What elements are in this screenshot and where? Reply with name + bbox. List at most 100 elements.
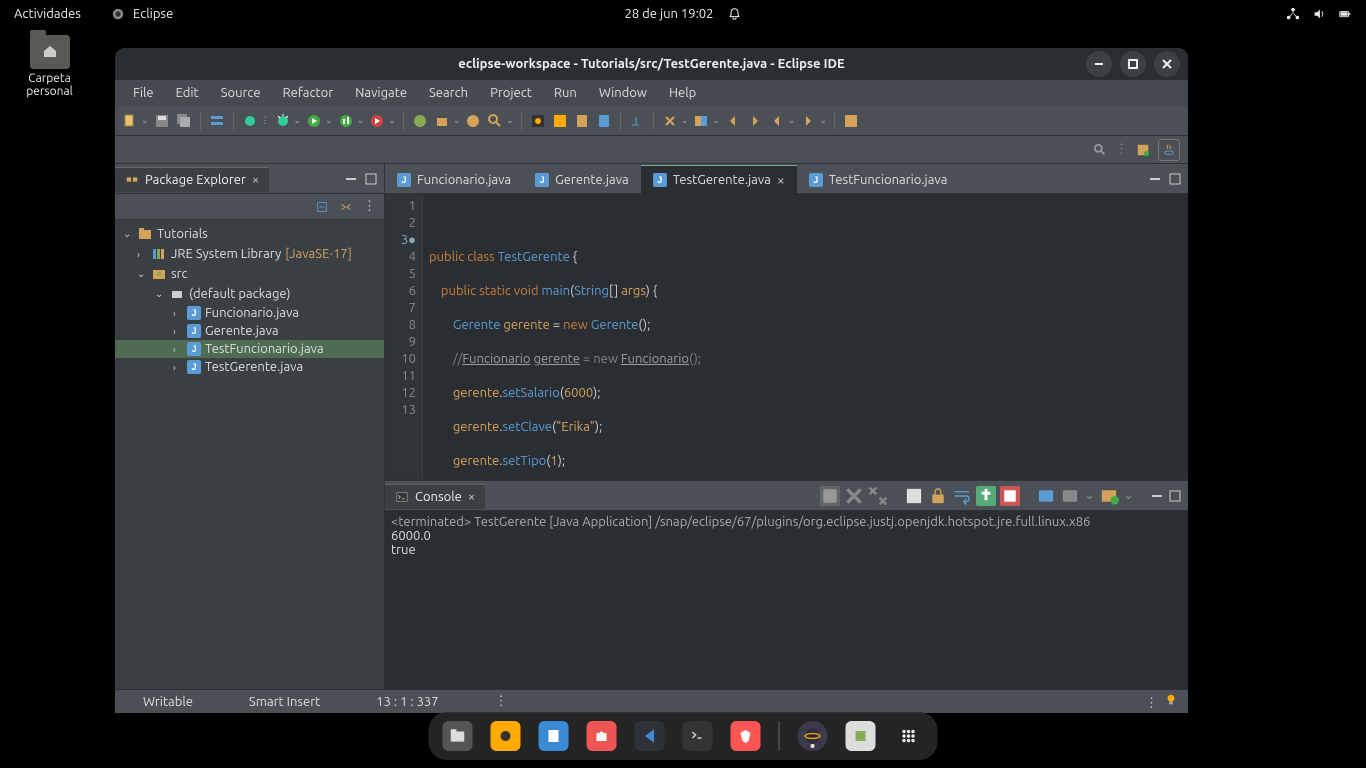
java-perspective-button[interactable] [1158, 139, 1180, 161]
files-app-icon[interactable] [443, 721, 473, 751]
pin-console-icon[interactable] [976, 486, 996, 506]
file-node[interactable]: ›JFuncionario.java [115, 304, 384, 322]
minimize-button[interactable] [1086, 51, 1112, 77]
current-app-indicator[interactable]: Eclipse [111, 7, 173, 21]
maximize-button[interactable] [1120, 51, 1146, 77]
new-console-icon[interactable] [1099, 486, 1119, 506]
console-output[interactable]: <terminated> TestGerente [Java Applicati… [385, 511, 1188, 689]
console-tab[interactable]: Console × [385, 484, 485, 509]
new-icon[interactable] [121, 112, 139, 130]
battery-icon[interactable] [1338, 7, 1352, 21]
network-icon[interactable] [1286, 7, 1300, 21]
new-package-icon[interactable] [433, 112, 451, 130]
terminal-app-icon[interactable] [683, 721, 713, 751]
menu-file[interactable]: File [123, 83, 164, 103]
remove-all-icon[interactable] [868, 486, 888, 506]
libreoffice-app-icon[interactable] [539, 721, 569, 751]
window-titlebar[interactable]: eclipse-workspace - Tutorials/src/TestGe… [115, 48, 1188, 80]
minimize-view-icon[interactable] [344, 172, 358, 186]
clear-console-icon[interactable] [904, 486, 924, 506]
search-icon[interactable] [486, 112, 504, 130]
pin-icon[interactable] [595, 112, 613, 130]
annotation-icon[interactable] [551, 112, 569, 130]
file-node[interactable]: ›JGerente.java [115, 322, 384, 340]
code-content[interactable]: public class TestGerente { public static… [423, 194, 1188, 479]
new-class-icon[interactable] [411, 112, 429, 130]
rhythmbox-app-icon[interactable] [491, 721, 521, 751]
show-whitespace-icon[interactable] [628, 112, 646, 130]
word-wrap-icon[interactable] [952, 486, 972, 506]
view-menu-icon[interactable]: ⋮ [363, 199, 376, 214]
open-console-icon[interactable] [1060, 486, 1080, 506]
tip-icon[interactable]: ⋮ [1145, 693, 1188, 711]
task-icon[interactable] [573, 112, 591, 130]
display-selected-icon[interactable] [1036, 486, 1056, 506]
collapse-all-icon[interactable] [315, 200, 329, 214]
close-icon[interactable]: × [777, 172, 785, 188]
editor-tab[interactable]: JTestFuncionario.java [797, 167, 960, 193]
close-icon[interactable]: × [252, 173, 259, 187]
status-menu-icon[interactable]: ⋮ [467, 694, 536, 709]
menu-refactor[interactable]: Refactor [273, 83, 344, 103]
library-node[interactable]: ›JRE System Library [JavaSE-17] [115, 244, 384, 264]
maximize-view-icon[interactable] [1168, 172, 1182, 186]
editor-tab[interactable]: JFuncionario.java [385, 167, 523, 193]
close-icon[interactable]: × [468, 490, 475, 504]
maximize-view-icon[interactable] [1168, 489, 1182, 503]
menu-window[interactable]: Window [589, 83, 657, 103]
menu-edit[interactable]: Edit [166, 83, 209, 103]
save-all-icon[interactable] [175, 112, 193, 130]
remove-launch-icon[interactable] [844, 486, 864, 506]
line-gutter[interactable]: 123●45678910111213 [385, 194, 423, 479]
minimize-view-icon[interactable] [1148, 172, 1162, 186]
home-folder-icon[interactable]: Carpeta personal [12, 35, 87, 98]
show-apps-icon[interactable] [894, 721, 924, 751]
external-tools-icon[interactable] [368, 112, 386, 130]
minimize-view-icon[interactable] [1150, 489, 1164, 503]
back-annotation-icon[interactable] [724, 112, 742, 130]
package-explorer-tab[interactable]: Package Explorer × [115, 167, 269, 192]
coverage-icon[interactable] [337, 112, 355, 130]
quick-search-icon[interactable] [1093, 143, 1107, 157]
menu-help[interactable]: Help [659, 83, 706, 103]
editor-tab[interactable]: JGerente.java [523, 167, 641, 193]
menu-navigate[interactable]: Navigate [345, 83, 417, 103]
brave-app-icon[interactable] [731, 721, 761, 751]
save-icon[interactable] [153, 112, 171, 130]
menu-search[interactable]: Search [419, 83, 478, 103]
file-node[interactable]: ›JTestGerente.java [115, 358, 384, 376]
volume-icon[interactable] [1312, 7, 1326, 21]
link-icon[interactable] [692, 112, 710, 130]
toggle-breadcrumb-icon[interactable] [208, 112, 226, 130]
debug-icon[interactable] [274, 112, 292, 130]
vscode-app-icon[interactable] [635, 721, 665, 751]
toggle-mark-icon[interactable] [529, 112, 547, 130]
file-node[interactable]: ›JTestFuncionario.java [115, 340, 384, 358]
close-button[interactable] [1154, 51, 1180, 77]
show-console-icon[interactable] [1000, 486, 1020, 506]
nav-back-icon[interactable] [799, 112, 817, 130]
src-folder-node[interactable]: ⌄src [115, 264, 384, 284]
perspective-icon[interactable] [842, 112, 860, 130]
open-type-icon[interactable] [464, 112, 482, 130]
sync-icon[interactable] [661, 112, 679, 130]
software-app-icon[interactable] [587, 721, 617, 751]
bell-icon[interactable] [727, 7, 741, 21]
package-node[interactable]: ⌄(default package) [115, 284, 384, 304]
menu-run[interactable]: Run [544, 83, 587, 103]
menu-source[interactable]: Source [211, 83, 271, 103]
code-editor[interactable]: 123●45678910111213 public class TestGere… [385, 194, 1188, 479]
maximize-view-icon[interactable] [364, 172, 378, 186]
link-editor-icon[interactable] [339, 200, 353, 214]
run-icon[interactable] [305, 112, 323, 130]
project-node[interactable]: ⌄Tutorials [115, 224, 384, 244]
last-edit-icon[interactable] [768, 112, 786, 130]
clock-label[interactable]: 28 de jun 19:02 [625, 7, 714, 21]
terminate-icon[interactable] [820, 486, 840, 506]
open-perspective-icon[interactable] [1136, 143, 1150, 157]
activities-button[interactable]: Actividades [14, 7, 81, 21]
breakpoint-icon[interactable] [241, 112, 259, 130]
scroll-lock-icon[interactable] [928, 486, 948, 506]
archive-app-icon[interactable] [846, 721, 876, 751]
menu-project[interactable]: Project [480, 83, 542, 103]
